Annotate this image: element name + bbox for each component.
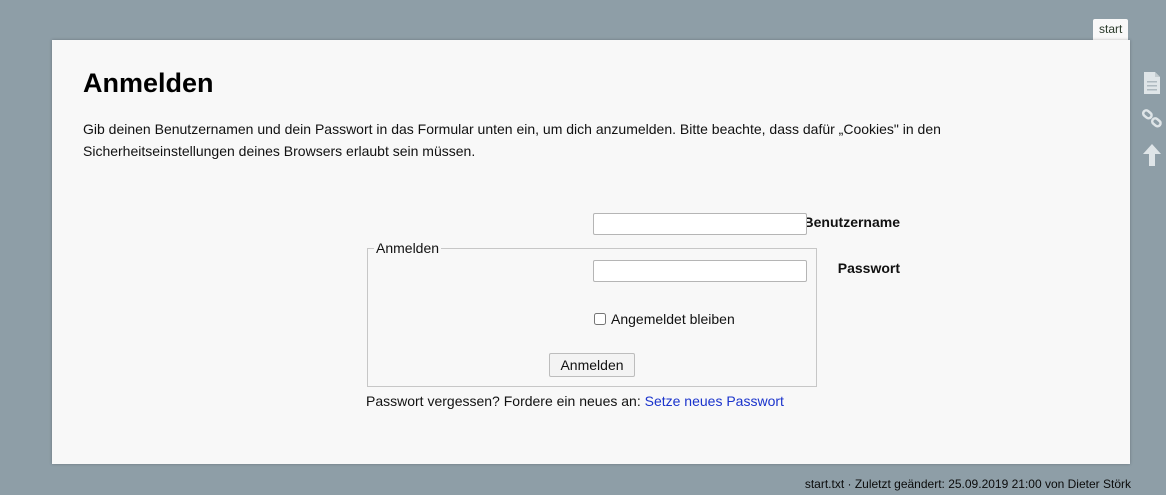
forgot-text: Passwort vergessen? Fordere ein neues an… bbox=[366, 393, 645, 409]
remember-label: Angemeldet bleiben bbox=[611, 311, 735, 327]
page-tools bbox=[1141, 71, 1166, 179]
page-footer: start.txt · Zuletzt geändert: 25.09.2019… bbox=[804, 477, 1131, 491]
login-button[interactable]: Anmelden bbox=[549, 353, 635, 377]
reset-password-link[interactable]: Setze neues Passwort bbox=[645, 393, 784, 409]
forgot-password: Passwort vergessen? Fordere ein neues an… bbox=[366, 393, 784, 409]
password-field[interactable] bbox=[593, 260, 807, 282]
username-label: Benutzername bbox=[803, 214, 900, 230]
content-page: Anmelden Gib deinen Benutzernamen und de… bbox=[52, 40, 1130, 464]
arrow-up-icon[interactable] bbox=[1141, 143, 1163, 166]
page-title: Anmelden bbox=[83, 68, 214, 98]
remember-checkbox[interactable] bbox=[594, 313, 606, 325]
page-tab-start[interactable]: start bbox=[1093, 19, 1129, 40]
username-field[interactable] bbox=[593, 213, 807, 235]
password-label: Passwort bbox=[837, 260, 900, 276]
intro-text: Gib deinen Benutzernamen und dein Passwo… bbox=[83, 121, 941, 159]
page-icon[interactable] bbox=[1141, 71, 1163, 94]
remember-me[interactable]: Angemeldet bleiben bbox=[594, 311, 735, 327]
link-icon[interactable] bbox=[1141, 107, 1163, 129]
login-legend: Anmelden bbox=[376, 240, 440, 256]
